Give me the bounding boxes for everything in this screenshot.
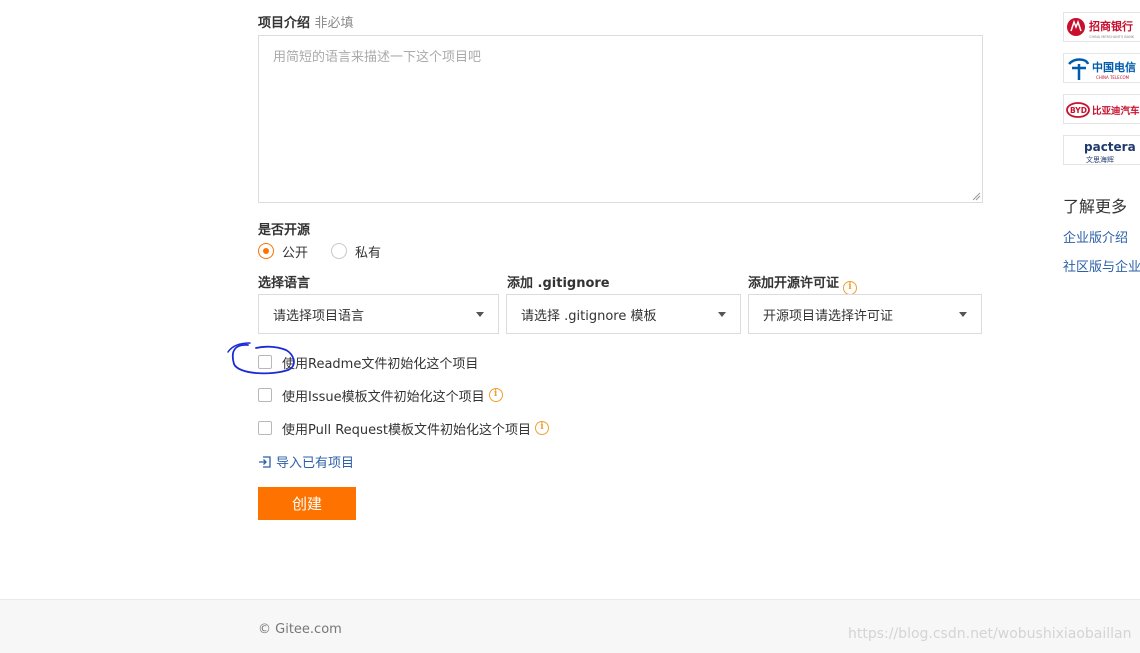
issue-checkbox-row[interactable]: 使用Issue模板文件初始化这个项目 i xyxy=(258,386,503,405)
intro-label: 项目介绍 非必填 xyxy=(258,12,354,31)
svg-text:CHINA MERCHANTS BANK: CHINA MERCHANTS BANK xyxy=(1089,35,1135,39)
logo-cmb: 招商银行 CHINA MERCHANTS BANK xyxy=(1063,12,1140,42)
import-project-label: 导入已有项目 xyxy=(276,456,355,471)
svg-text:pactera: pactera xyxy=(1084,140,1136,154)
description-textarea[interactable]: 用简短的语言来描述一下这个项目吧 xyxy=(258,35,983,203)
open-source-label: 是否开源 xyxy=(258,223,311,238)
info-icon[interactable]: i xyxy=(535,421,550,435)
radio-public-dot[interactable] xyxy=(258,243,274,259)
svg-text:招商银行: 招商银行 xyxy=(1089,19,1133,33)
info-icon[interactable]: i xyxy=(488,388,503,402)
logo-china-telecom: 中国电信 CHINA TELECOM xyxy=(1063,53,1140,83)
create-button[interactable]: 创建 xyxy=(258,487,356,520)
gitignore-select[interactable]: 请选择 .gitignore 模板 xyxy=(506,294,741,334)
pr-checkbox-label: 使用Pull Request模板文件初始化这个项目 xyxy=(282,422,532,438)
info-icon[interactable]: i xyxy=(843,281,858,295)
watermark-text: https://blog.csdn.net/wobushixiaobaillan xyxy=(848,626,1132,642)
copyright-text: © Gitee.com xyxy=(258,622,342,637)
learn-more-heading: 了解更多 xyxy=(1063,197,1128,216)
resize-grip-icon[interactable] xyxy=(971,191,981,201)
license-select-value: 开源项目请选择许可证 xyxy=(763,308,894,324)
svg-text:CHINA TELECOM: CHINA TELECOM xyxy=(1096,75,1130,80)
chevron-down-icon xyxy=(959,311,967,317)
pr-checkbox-row[interactable]: 使用Pull Request模板文件初始化这个项目 i xyxy=(258,419,550,438)
import-icon xyxy=(259,455,271,468)
issue-checkbox-label: 使用Issue模板文件初始化这个项目 xyxy=(282,389,485,405)
intro-label-text: 项目介绍 xyxy=(258,16,311,31)
license-label: 添加开源许可证 i xyxy=(748,272,858,295)
issue-checkbox[interactable] xyxy=(258,388,272,402)
chevron-down-icon xyxy=(476,311,484,317)
annotation-circle xyxy=(227,342,295,375)
language-select[interactable]: 请选择项目语言 xyxy=(258,294,499,334)
radio-public-label: 公开 xyxy=(282,245,309,261)
community-vs-enterprise-link[interactable]: 社区版与企业版 xyxy=(1063,256,1140,275)
logo-pactera: pactera 文思海辉 xyxy=(1063,135,1140,165)
intro-optional-text: 非必填 xyxy=(314,16,354,31)
svg-text:比亚迪汽车: 比亚迪汽车 xyxy=(1092,105,1140,117)
svg-text:中国电信: 中国电信 xyxy=(1092,60,1136,74)
import-project-link[interactable]: 导入已有项目 xyxy=(258,452,354,471)
radio-private-label: 私有 xyxy=(355,245,382,261)
chevron-down-icon xyxy=(718,311,726,317)
gitignore-label: 添加 .gitignore xyxy=(507,276,610,291)
radio-private-dot[interactable] xyxy=(331,243,347,259)
logo-byd: BYD 比亚迪汽车 xyxy=(1063,94,1140,124)
pr-checkbox[interactable] xyxy=(258,421,272,435)
language-select-value: 请选择项目语言 xyxy=(273,308,365,324)
license-select[interactable]: 开源项目请选择许可证 xyxy=(748,294,982,334)
license-label-text: 添加开源许可证 xyxy=(748,276,840,291)
radio-public[interactable]: 公开 xyxy=(258,242,309,261)
description-placeholder: 用简短的语言来描述一下这个项目吧 xyxy=(273,50,482,65)
svg-text:文思海辉: 文思海辉 xyxy=(1086,155,1114,164)
gitignore-select-value: 请选择 .gitignore 模板 xyxy=(521,308,657,324)
language-label: 选择语言 xyxy=(258,276,311,291)
readme-checkbox-label: 使用Readme文件初始化这个项目 xyxy=(282,356,479,372)
radio-private[interactable]: 私有 xyxy=(331,242,382,261)
svg-text:BYD: BYD xyxy=(1070,106,1087,115)
enterprise-intro-link[interactable]: 企业版介绍 xyxy=(1063,227,1128,246)
